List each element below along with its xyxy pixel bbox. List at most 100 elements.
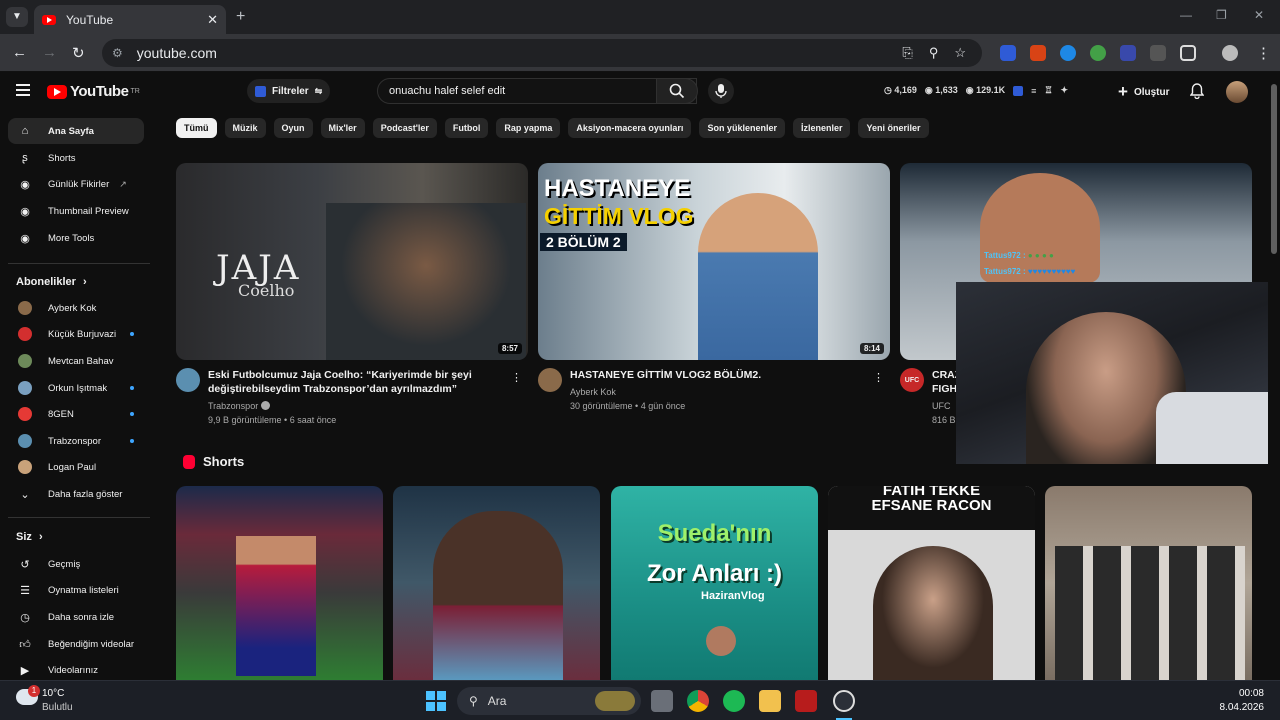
bars-icon[interactable]: ≡ (1031, 86, 1036, 96)
page-scrollbar[interactable] (1268, 72, 1280, 680)
short-thumbnail[interactable] (1045, 486, 1252, 680)
file-explorer-icon[interactable] (759, 690, 781, 712)
video-card[interactable]: HASTANEYE GİTTİM VLOG 2 BÖLÜM 2 8:14 HAS… (538, 163, 890, 413)
chrome-icon[interactable] (687, 690, 709, 712)
trophy-icon[interactable]: ♖ (1044, 85, 1052, 96)
chip[interactable]: Son yüklenenler (699, 118, 785, 138)
task-view-icon[interactable] (651, 690, 673, 712)
sidebar-item-watch-later[interactable]: ◷ Daha sonra izle (8, 604, 144, 630)
forward-icon[interactable]: → (42, 44, 57, 61)
video-title[interactable]: FIGH (932, 383, 957, 395)
channel-avatar[interactable] (176, 368, 200, 392)
video-card[interactable]: JAJA Coelho 8:57 Eski Futbolcumuz Jaja C… (176, 163, 528, 427)
sidebar-sub-item[interactable]: Orkun Işıtmak (8, 375, 144, 401)
extensions-puzzle-icon[interactable] (1180, 45, 1196, 61)
extension-icon[interactable] (1013, 85, 1024, 96)
reload-icon[interactable]: ↻ (72, 44, 85, 62)
subscriptions-header[interactable]: Abonelikler › (16, 276, 87, 288)
sidebar-sub-item[interactable]: Logan Paul (8, 454, 144, 480)
video-menu-icon[interactable]: ⋮ (511, 371, 522, 384)
channel-avatar[interactable]: UFC (900, 368, 924, 392)
sidebar-item-shorts[interactable]: ʂ Shorts (8, 145, 144, 171)
minimize-button[interactable]: — (1180, 8, 1192, 22)
sidebar-sub-item[interactable]: Mevtcan Bahav (8, 348, 144, 374)
channel-name[interactable]: Ayberk Kok (570, 387, 616, 397)
short-thumbnail[interactable]: Sueda'nın Zor Anları :) HaziranVlog (611, 486, 818, 680)
sidebar-item-home[interactable]: ⌂ Ana Sayfa (8, 118, 144, 144)
windows-start-icon[interactable] (426, 691, 446, 711)
extension-icon[interactable] (1060, 45, 1076, 61)
sparkle-icon[interactable]: ✦ (1061, 85, 1069, 96)
short-thumbnail[interactable] (176, 486, 383, 680)
chip[interactable]: İzlenenler (792, 118, 851, 138)
extension-icon[interactable] (1150, 45, 1166, 61)
video-thumbnail[interactable]: JAJA Coelho 8:57 (176, 163, 528, 360)
chip-all[interactable]: Tümü (176, 118, 217, 138)
voice-search-button[interactable] (708, 78, 734, 104)
close-window-button[interactable]: ✕ (1254, 8, 1264, 22)
extension-icon[interactable] (1090, 45, 1106, 61)
account-avatar[interactable] (1226, 81, 1248, 103)
obs-icon[interactable] (833, 690, 855, 712)
video-title[interactable]: Eski Futbolcumuz Jaja Coelho: “Kariyerim… (208, 368, 498, 396)
taskbar-search[interactable]: ⚲ Ara (457, 687, 641, 715)
extension-icon[interactable] (1030, 45, 1046, 61)
channel-avatar[interactable] (538, 368, 562, 392)
profile-avatar-icon[interactable] (1222, 45, 1238, 61)
new-tab-button[interactable]: + (236, 8, 245, 26)
tab-youtube[interactable]: YouTube ✕ (34, 5, 226, 34)
bookmark-star-icon[interactable]: ☆ (954, 45, 966, 61)
sidebar-item-liked-videos[interactable]: 👍︎ Beğendiğim videolar (8, 631, 144, 657)
menu-icon[interactable] (16, 84, 30, 99)
scrollbar-thumb[interactable] (1271, 84, 1277, 254)
address-bar[interactable]: ⚙ youtube.com ⎘ ⚲ ☆ (102, 39, 982, 67)
short-thumbnail[interactable] (393, 486, 600, 680)
filters-button[interactable]: Filtreler ⇋ (247, 79, 331, 103)
search-input[interactable]: onuachu halef selef edit ✕ (377, 78, 697, 104)
back-icon[interactable]: ← (12, 44, 27, 61)
video-title[interactable]: HASTANEYE GİTTİM VLOG2 BÖLÜM2. (570, 368, 860, 382)
chip[interactable]: Müzik (224, 118, 266, 138)
sidebar-item-history[interactable]: ↺ Geçmiş (8, 551, 144, 577)
extension-icon[interactable] (1000, 45, 1016, 61)
short-thumbnail[interactable]: FATİH TEKKE EFSANE RACON (828, 486, 1035, 680)
channel-name[interactable]: Trabzonspor (208, 401, 258, 411)
sidebar-sub-item[interactable]: Trabzonspor (8, 428, 144, 454)
chip[interactable]: Rap yapma (496, 118, 561, 138)
channel-name[interactable]: UFC (932, 401, 951, 411)
sidebar-item-more-tools[interactable]: ◉ More Tools (8, 225, 144, 251)
sidebar-item-gunluk-fikirler[interactable]: ◉ Günlük Fikirler ↗ (8, 171, 144, 197)
clock-date[interactable]: 8.04.2026 (1220, 702, 1265, 713)
search-button[interactable] (656, 78, 698, 104)
sidebar-item-playlists[interactable]: ☰ Oynatma listeleri (8, 577, 144, 603)
video-menu-icon[interactable]: ⋮ (873, 371, 884, 384)
extension-icon[interactable] (1120, 45, 1136, 61)
chip[interactable]: Yeni öneriler (858, 118, 929, 138)
install-app-icon[interactable]: ⎘ (902, 45, 912, 61)
chip[interactable]: Mix'ler (320, 118, 365, 138)
browser-menu-icon[interactable]: ⋮ (1256, 44, 1271, 62)
voicemeeter-icon[interactable] (795, 690, 817, 712)
tab-search-button[interactable]: ▼ (6, 7, 28, 27)
create-button[interactable]: + Oluştur (1118, 81, 1170, 103)
spotify-icon[interactable] (723, 690, 745, 712)
clock-time[interactable]: 00:08 (1239, 688, 1264, 699)
sidebar-item-thumbnail-preview[interactable]: ◉ Thumbnail Preview (8, 198, 144, 224)
sidebar-sub-item[interactable]: 8GEN (8, 401, 144, 427)
youtube-logo[interactable]: YouTube TR (47, 83, 140, 100)
maximize-button[interactable]: ❐ (1216, 8, 1227, 22)
you-header[interactable]: Siz › (16, 531, 43, 543)
chip[interactable]: Futbol (444, 118, 489, 138)
notifications-bell-icon[interactable] (1190, 83, 1204, 99)
chip[interactable]: Aksiyon-macera oyunları (568, 118, 692, 138)
site-info-icon[interactable]: ⚙ (112, 46, 123, 60)
sidebar-sub-item[interactable]: Küçük Burjuvazi (8, 321, 144, 347)
show-more-button[interactable]: ⌄ Daha fazla göster (8, 481, 144, 507)
sidebar-sub-item[interactable]: Ayberk Kok (8, 295, 144, 321)
chip[interactable]: Oyun (273, 118, 313, 138)
video-thumbnail[interactable]: HASTANEYE GİTTİM VLOG 2 BÖLÜM 2 8:14 (538, 163, 890, 360)
chip[interactable]: Podcast'ler (372, 118, 437, 138)
zoom-icon[interactable]: ⚲ (929, 45, 939, 61)
channel-avatar (18, 301, 32, 315)
tab-close-button[interactable]: ✕ (207, 12, 218, 28)
